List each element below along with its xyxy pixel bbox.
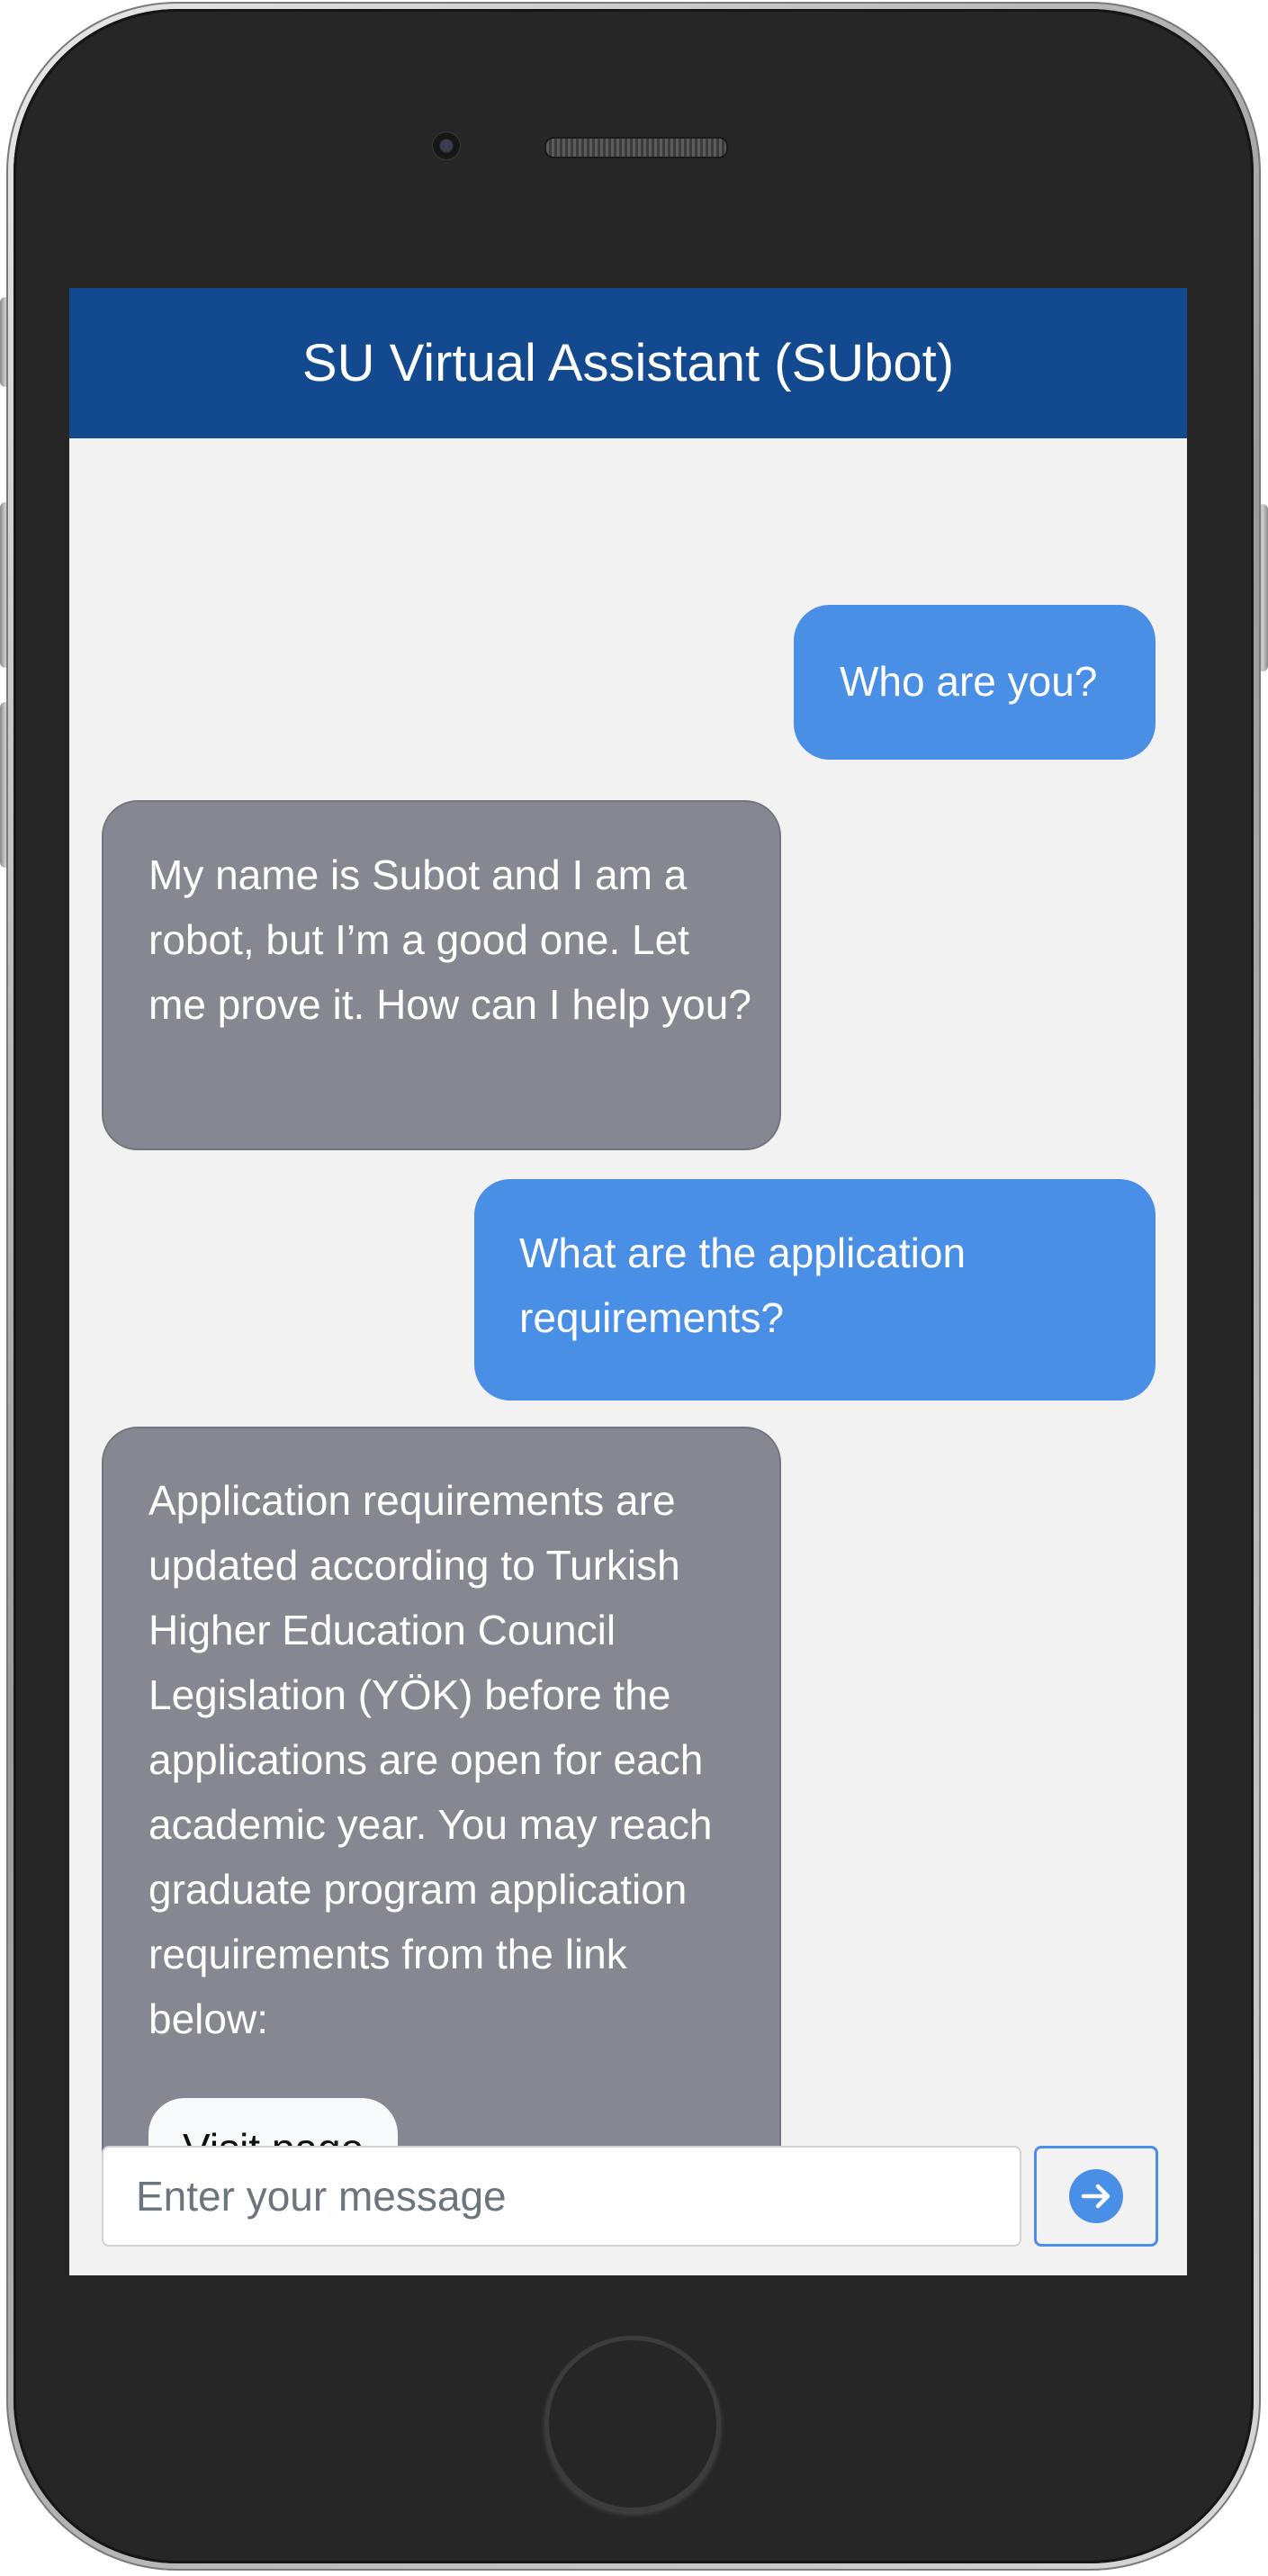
message-text: My name is Subot and I am a robot, but I… [148, 851, 751, 1028]
front-camera-icon [432, 131, 461, 160]
message-text: Who are you? [840, 658, 1098, 705]
user-message: Who are you? [794, 605, 1156, 760]
earpiece-speaker [544, 137, 728, 158]
composer [102, 2146, 1158, 2247]
user-message: What are the application requirements? [474, 1179, 1156, 1401]
chat-screen: SU Virtual Assistant (SUbot) Who are you… [69, 288, 1187, 2275]
message-text: Application requirements are updated acc… [148, 1477, 713, 2042]
message-input[interactable] [102, 2146, 1021, 2247]
home-button[interactable] [544, 2336, 721, 2512]
send-button[interactable] [1034, 2146, 1158, 2247]
chat-header: SU Virtual Assistant (SUbot) [69, 288, 1187, 438]
device-frame-stage: SU Virtual Assistant (SUbot) Who are you… [0, 0, 1268, 2576]
page-title: SU Virtual Assistant (SUbot) [301, 334, 955, 392]
bot-message: My name is Subot and I am a robot, but I… [102, 800, 781, 1150]
message-text: What are the application requirements? [519, 1229, 967, 1341]
arrow-right-circle-icon [1069, 2169, 1123, 2223]
bot-message: Application requirements are updated acc… [102, 1427, 781, 2247]
